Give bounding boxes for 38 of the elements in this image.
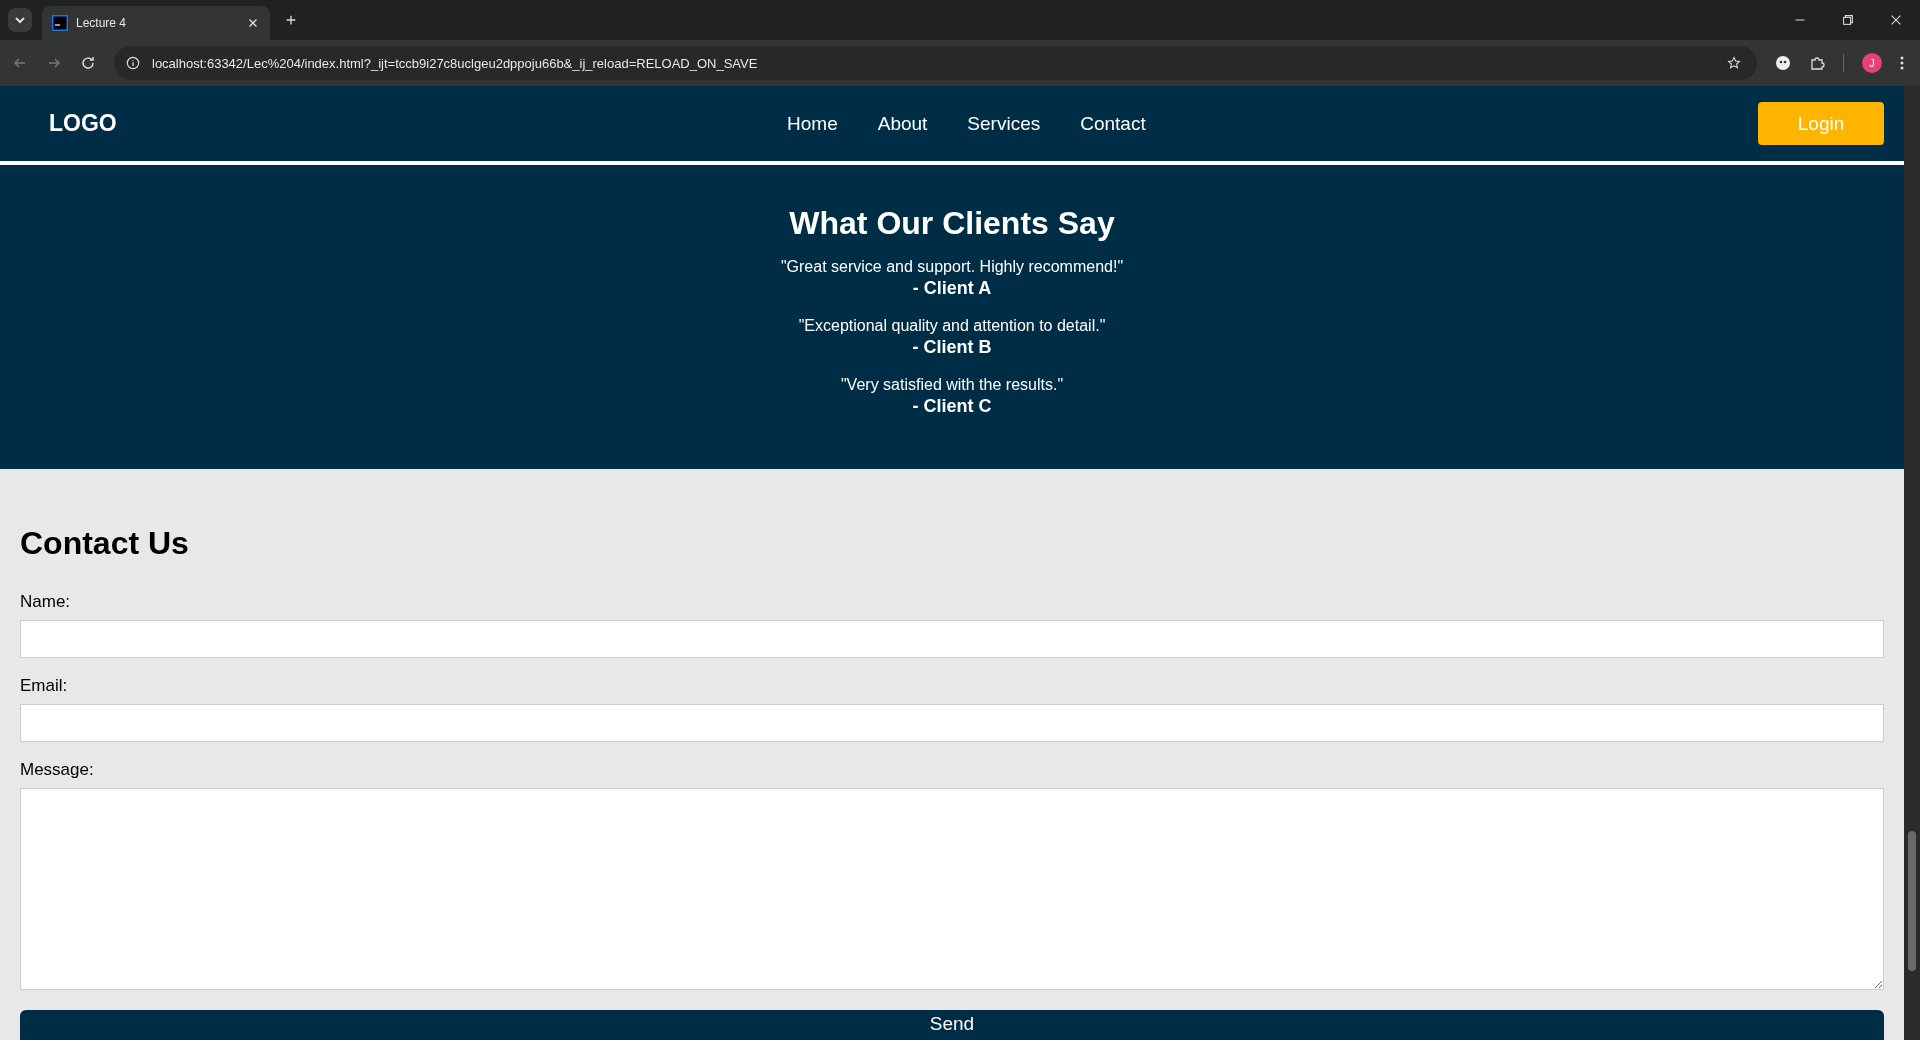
url-text: localhost:63342/Lec%204/index.html?_ijt=tccb9i27c8uclgeu2dppoju66b&_ij_reload=RELOAD_ON_SAVE xyxy=(152,55,758,71)
nav-link[interactable]: Contact xyxy=(1080,112,1146,135)
testimonial-quote: "Great service and support. Highly recommend!" xyxy=(780,258,1124,276)
info-icon[interactable] xyxy=(126,56,140,70)
close-icon[interactable] xyxy=(1889,13,1903,27)
testimonial-quote: "Very satisfied with the results." xyxy=(840,376,1064,394)
testimonial-quote: "Exceptional quality and attention to detail." xyxy=(798,317,1106,335)
tab-title: Lecture 4 xyxy=(76,16,128,30)
ghost-icon[interactable] xyxy=(1775,55,1791,71)
more-icon[interactable] xyxy=(1900,55,1904,71)
browser-tab[interactable]: Lecture 4 xyxy=(42,6,270,40)
nav-link[interactable]: Services xyxy=(967,112,1041,135)
dropdown-icon[interactable] xyxy=(8,8,32,32)
field-label: Message: xyxy=(20,760,95,780)
testimonial-author: - Client C xyxy=(912,396,992,417)
input-field[interactable] xyxy=(20,620,1884,658)
new-tab-icon[interactable] xyxy=(284,13,298,27)
reload-icon[interactable] xyxy=(80,55,96,71)
address-bar[interactable]: localhost:63342/Lec%204/index.html?_ijt=tccb9i27c8uclgeu2dppoju66b&_ij_reload=RELOAD_ON_SAVE xyxy=(114,46,1757,80)
section-heading: What Our Clients Say xyxy=(789,205,1115,242)
star-icon[interactable] xyxy=(1727,56,1741,70)
input-field[interactable] xyxy=(20,704,1884,742)
nav-link[interactable]: Home xyxy=(787,112,838,135)
nav-link[interactable]: About xyxy=(877,112,928,135)
logo: LOGO xyxy=(49,110,117,137)
scrollbar-thumb[interactable] xyxy=(1908,831,1916,971)
field-label: Name: xyxy=(20,592,72,612)
app-icon xyxy=(52,15,68,31)
restore-icon[interactable] xyxy=(1841,13,1855,27)
scrollbar[interactable] xyxy=(1904,86,1920,1040)
message-field[interactable] xyxy=(20,788,1884,990)
send-button[interactable]: Send xyxy=(20,1010,1884,1040)
testimonial-author: - Client A xyxy=(912,278,992,299)
puzzle-icon[interactable] xyxy=(1809,55,1825,71)
profile-avatar[interactable]: J xyxy=(1862,53,1882,73)
testimonial-author: - Client B xyxy=(912,337,992,358)
section-heading: Contact Us xyxy=(20,525,190,562)
field-label: Email: xyxy=(20,676,69,696)
